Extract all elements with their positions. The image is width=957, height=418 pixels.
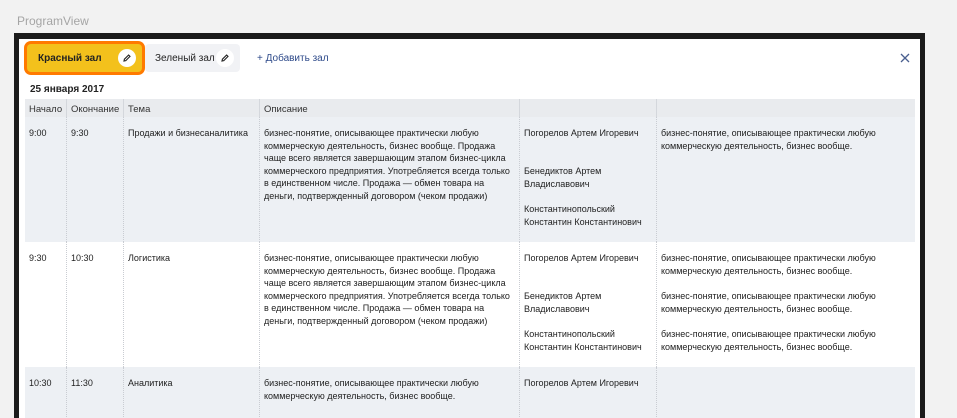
divider — [519, 99, 520, 117]
divider — [66, 367, 67, 418]
end-time: 10:30 — [71, 253, 94, 263]
program-panel: Красный зал Зеленый зал + Добавить зал 2… — [19, 39, 920, 418]
divider — [123, 367, 124, 418]
frame-title: ProgramView — [17, 14, 89, 28]
edit-red-hall-button[interactable] — [118, 49, 136, 67]
topic: Логистика — [128, 253, 171, 263]
divider — [66, 242, 67, 367]
divider — [519, 117, 520, 242]
start-time: 9:30 — [29, 253, 47, 263]
speaker: Погорелов Артем Игоревич — [524, 253, 639, 263]
description: бизнес-понятие, описывающее практически … — [264, 128, 510, 201]
start-time: 9:00 — [29, 128, 47, 138]
column-header-start: Начало — [29, 104, 63, 115]
end-time: 9:30 — [71, 128, 89, 138]
start-time: 10:30 — [29, 378, 52, 388]
tab-red-hall[interactable]: Красный зал — [27, 44, 142, 72]
table-row[interactable]: 9:00 9:30 Продажи и бизнесаналитика бизн… — [25, 117, 915, 242]
speaker: Бенедиктов Артем Владиславович — [524, 291, 602, 314]
divider — [656, 367, 657, 418]
speaker-note: бизнес-понятие, описывающее практически … — [661, 329, 876, 352]
divider — [519, 367, 520, 418]
divider — [656, 99, 657, 117]
schedule-date: 25 января 2017 — [30, 84, 105, 95]
pencil-icon — [123, 54, 131, 62]
tab-green-hall-label: Зеленый зал — [155, 52, 215, 64]
tab-green-hall[interactable]: Зеленый зал — [145, 44, 240, 72]
divider — [259, 242, 260, 367]
speaker-note: бизнес-понятие, описывающее практически … — [661, 291, 876, 314]
divider — [519, 242, 520, 367]
topic: Аналитика — [128, 378, 173, 388]
speaker-note: бизнес-понятие, описывающее практически … — [661, 128, 876, 151]
column-header-topic: Тема — [128, 104, 151, 115]
pencil-icon — [221, 54, 229, 62]
close-icon[interactable] — [898, 51, 912, 65]
table-row[interactable]: 10:30 11:30 Аналитика бизнес-понятие, оп… — [25, 367, 915, 418]
divider — [66, 117, 67, 242]
tab-red-hall-label: Красный зал — [38, 52, 102, 64]
divider — [259, 117, 260, 242]
speaker: Погорелов Артем Игоревич — [524, 128, 639, 138]
description: бизнес-понятие, описывающее практически … — [264, 253, 510, 326]
end-time: 11:30 — [71, 378, 93, 388]
speaker: Погорелов Артем Игоревич — [524, 378, 639, 388]
divider — [123, 99, 124, 117]
description: бизнес-понятие, описывающее практически … — [264, 378, 479, 401]
speaker-note: бизнес-понятие, описывающее практически … — [661, 253, 876, 276]
edit-green-hall-button[interactable] — [216, 49, 234, 67]
table-header: Начало Окончание Тема Описание — [25, 99, 915, 117]
column-header-description: Описание — [264, 104, 308, 115]
add-hall-link[interactable]: + Добавить зал — [257, 53, 329, 64]
speaker: Бенедиктов Артем Владиславович — [524, 166, 602, 189]
speaker: Константинопольский Константин Константи… — [524, 329, 642, 352]
divider — [259, 367, 260, 418]
divider — [123, 117, 124, 242]
divider — [123, 242, 124, 367]
divider — [66, 99, 67, 117]
table-row[interactable]: 9:30 10:30 Логистика бизнес-понятие, опи… — [25, 242, 915, 367]
divider — [259, 99, 260, 117]
topic: Продажи и бизнесаналитика — [128, 128, 248, 138]
program-view-frame: Красный зал Зеленый зал + Добавить зал 2… — [14, 33, 925, 418]
column-header-end: Окончание — [71, 104, 120, 115]
speaker: Константинопольский Константин Константи… — [524, 204, 642, 227]
